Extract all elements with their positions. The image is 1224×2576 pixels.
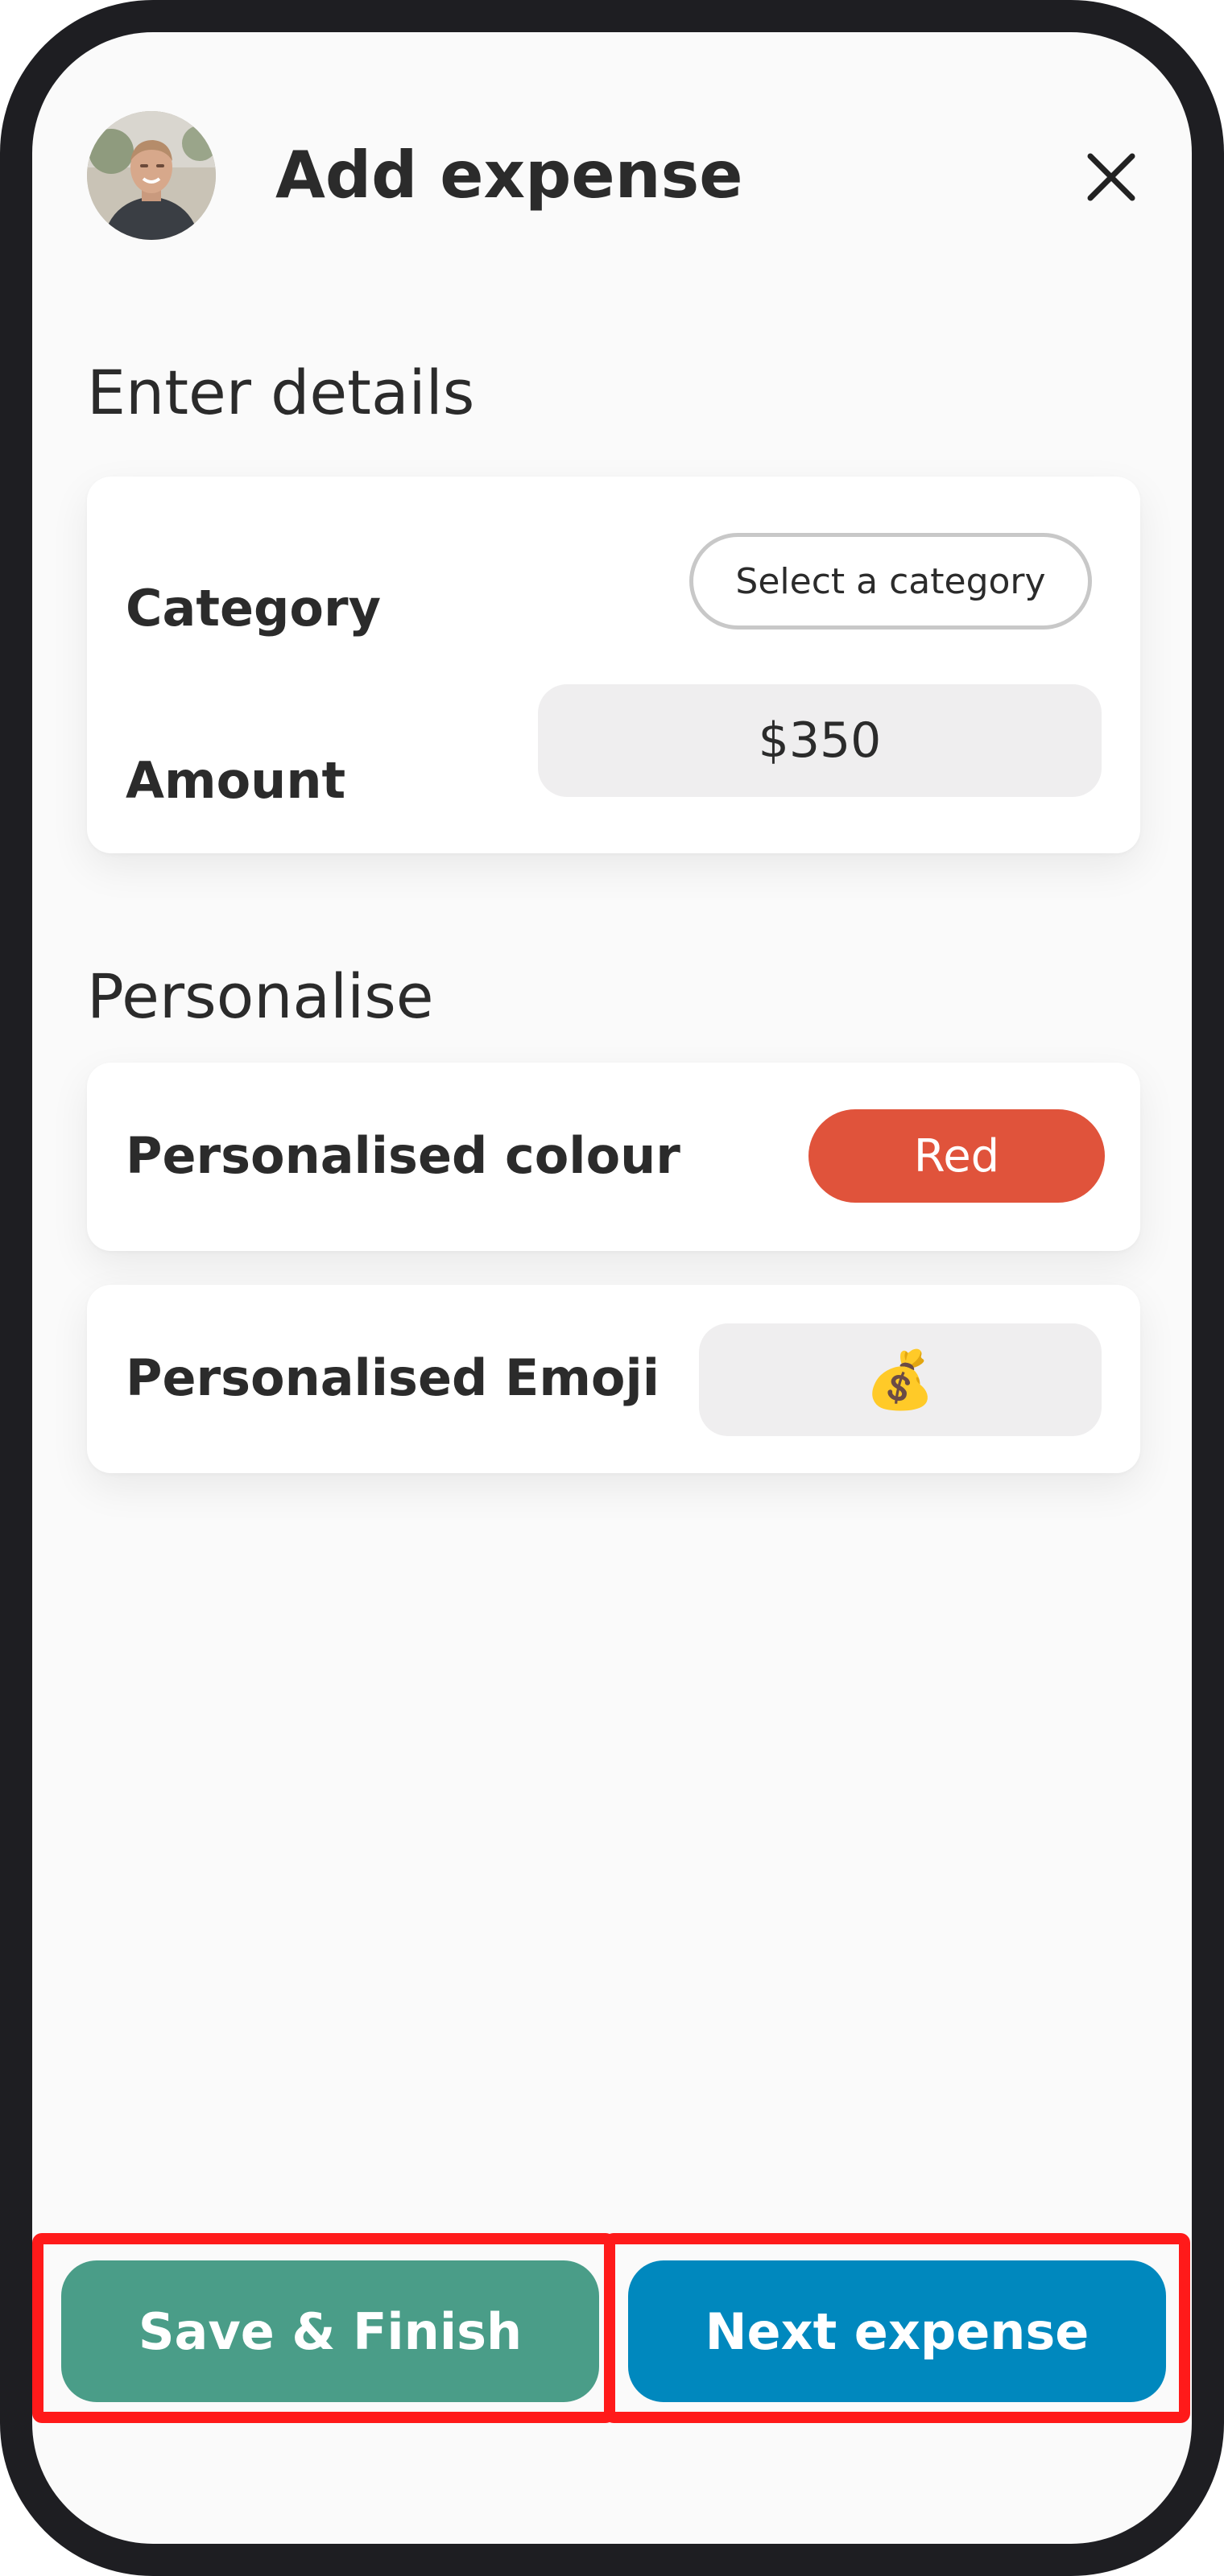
save-and-finish-button[interactable]: Save & Finish bbox=[61, 2260, 599, 2402]
phone-frame: Add expense Enter details Category Selec… bbox=[0, 0, 1224, 2576]
category-label: Category bbox=[126, 579, 381, 638]
emoji-select[interactable]: 💰 bbox=[699, 1323, 1102, 1436]
emoji-card: Personalised Emoji 💰 bbox=[87, 1285, 1140, 1473]
close-button[interactable] bbox=[1079, 145, 1143, 209]
personalised-colour-label: Personalised colour bbox=[126, 1126, 680, 1185]
colour-card: Personalised colour Red bbox=[87, 1063, 1140, 1251]
section-heading-details: Enter details bbox=[87, 357, 475, 428]
next-expense-button[interactable]: Next expense bbox=[628, 2260, 1166, 2402]
user-avatar-photo-icon bbox=[87, 111, 216, 240]
category-select[interactable]: Select a category bbox=[689, 533, 1092, 630]
amount-input[interactable]: $350 bbox=[538, 684, 1102, 797]
section-heading-personalise: Personalise bbox=[87, 960, 434, 1032]
amount-label: Amount bbox=[126, 751, 346, 810]
page-title: Add expense bbox=[275, 138, 743, 213]
app-screen: Add expense Enter details Category Selec… bbox=[32, 32, 1192, 2544]
colour-select[interactable]: Red bbox=[808, 1109, 1105, 1203]
personalised-emoji-label: Personalised Emoji bbox=[126, 1348, 660, 1407]
avatar[interactable] bbox=[87, 111, 216, 240]
close-icon bbox=[1087, 153, 1135, 201]
details-card: Category Select a category Amount $350 bbox=[87, 477, 1140, 853]
